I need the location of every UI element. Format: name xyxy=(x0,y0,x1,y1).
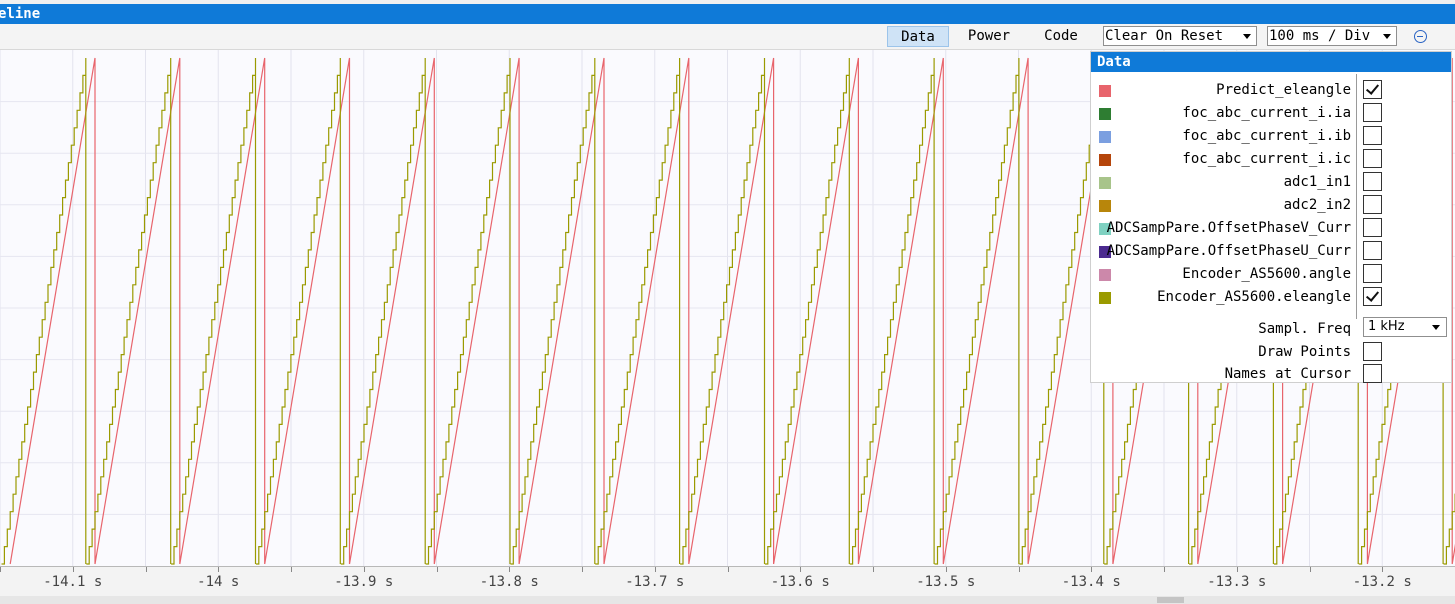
signal-name: foc_abc_current_i.ib xyxy=(1182,128,1351,144)
signal-color-swatch xyxy=(1099,269,1111,281)
toolbar: Data Power Code Clear On Reset 100 ms / … xyxy=(0,24,1455,50)
signal-color-swatch xyxy=(1099,292,1111,304)
signal-row: foc_abc_current_i.ia xyxy=(1091,101,1451,124)
reset-mode-value: Clear On Reset xyxy=(1105,28,1224,44)
window-title-bar: eline xyxy=(0,4,1455,24)
reset-mode-select[interactable]: Clear On Reset xyxy=(1103,26,1257,46)
signal-checkbox[interactable] xyxy=(1363,195,1382,214)
signal-color-swatch xyxy=(1099,131,1111,143)
tab-data[interactable]: Data xyxy=(887,26,949,47)
scrollbar-thumb[interactable] xyxy=(1157,597,1184,603)
signal-row: ADCSampPare.OffsetPhaseV_Curr xyxy=(1091,216,1451,239)
signal-color-swatch xyxy=(1099,200,1111,212)
time-div-select[interactable]: 100 ms / Div xyxy=(1267,26,1397,46)
names-at-cursor-checkbox[interactable] xyxy=(1363,364,1382,383)
axis-tick-mark xyxy=(1382,567,1384,572)
axis-tick-mark xyxy=(1309,567,1311,572)
signal-checkbox[interactable] xyxy=(1363,218,1382,237)
minus-circle-icon[interactable] xyxy=(1414,30,1427,43)
axis-tick-mark xyxy=(0,567,1,572)
draw-points-row: Draw Points xyxy=(1091,340,1451,363)
axis-tick-mark xyxy=(363,567,365,572)
axis-tick-label: -13.5 s xyxy=(916,574,976,590)
signal-checkbox[interactable] xyxy=(1363,287,1382,306)
axis-tick-mark xyxy=(72,567,74,572)
axis-tick-mark xyxy=(1164,567,1165,572)
signal-color-swatch xyxy=(1099,177,1111,189)
signal-name: Predict_eleangle xyxy=(1216,82,1351,98)
signal-row: foc_abc_current_i.ic xyxy=(1091,147,1451,170)
signal-row: ADCSampPare.OffsetPhaseU_Curr xyxy=(1091,239,1451,262)
axis-tick-label: -13.9 s xyxy=(334,574,394,590)
axis-tick-mark xyxy=(945,567,947,572)
signal-row: foc_abc_current_i.ib xyxy=(1091,124,1451,147)
axis-tick-mark xyxy=(145,567,147,572)
signal-checkbox[interactable] xyxy=(1363,126,1382,145)
signal-color-swatch xyxy=(1099,154,1111,166)
signal-color-swatch xyxy=(1099,108,1111,120)
time-axis: -14.1 s -14 s -13.9 s -13.8 s -13.7 s -13.6 s… xyxy=(0,566,1455,597)
draw-points-checkbox[interactable] xyxy=(1363,342,1382,361)
signal-name: adc2_in2 xyxy=(1283,197,1351,213)
axis-tick-mark xyxy=(873,567,874,572)
axis-tick-mark xyxy=(1018,567,1020,572)
signal-row: Predict_eleangle xyxy=(1091,78,1451,101)
signal-row: Encoder_AS5600.angle xyxy=(1091,262,1451,285)
tab-code[interactable]: Code xyxy=(1031,26,1091,47)
axis-tick-label: -14 s xyxy=(197,574,240,590)
axis-tick-mark xyxy=(218,567,220,572)
names-at-cursor-label: Names at Cursor xyxy=(1224,366,1351,382)
data-panel-title: Data xyxy=(1091,52,1451,72)
signal-row: Encoder_AS5600.eleangle xyxy=(1091,285,1451,308)
axis-tick-label: -13.8 s xyxy=(479,574,539,590)
axis-tick-mark xyxy=(509,567,511,572)
axis-tick-label: -13.7 s xyxy=(625,574,685,590)
signal-checkbox[interactable] xyxy=(1363,103,1382,122)
axis-tick-mark xyxy=(291,567,292,572)
signal-checkbox[interactable] xyxy=(1363,149,1382,168)
sampl-freq-select[interactable]: 1 kHz xyxy=(1363,317,1447,337)
time-div-value: 100 ms / Div xyxy=(1269,28,1371,44)
signal-checkbox[interactable] xyxy=(1363,264,1382,283)
axis-tick-mark xyxy=(1091,567,1093,572)
sampl-freq-value: 1 kHz xyxy=(1368,319,1405,334)
chevron-down-icon xyxy=(1432,325,1440,330)
signal-row: adc1_in1 xyxy=(1091,170,1451,193)
tab-power[interactable]: Power xyxy=(959,26,1019,47)
horizontal-scrollbar[interactable] xyxy=(0,596,1455,604)
signal-checkbox[interactable] xyxy=(1363,241,1382,260)
signal-name: Encoder_AS5600.angle xyxy=(1182,266,1351,282)
axis-tick-mark xyxy=(654,567,656,572)
axis-tick-label: -13.3 s xyxy=(1207,574,1267,590)
signal-name: foc_abc_current_i.ic xyxy=(1182,151,1351,167)
axis-tick-label: -13.4 s xyxy=(1061,574,1121,590)
axis-tick-mark xyxy=(436,567,438,572)
signal-color-swatch xyxy=(1099,85,1111,97)
axis-tick-label: -14.1 s xyxy=(43,574,103,590)
sampl-freq-label: Sampl. Freq xyxy=(1258,321,1351,337)
axis-tick-label: -13.2 s xyxy=(1352,574,1412,590)
signal-name: foc_abc_current_i.ia xyxy=(1182,105,1351,121)
names-at-cursor-row: Names at Cursor xyxy=(1091,362,1451,385)
axis-tick-label: -13.6 s xyxy=(770,574,830,590)
signal-checkbox[interactable] xyxy=(1363,172,1382,191)
window-title: eline xyxy=(0,6,41,22)
draw-points-label: Draw Points xyxy=(1258,344,1351,360)
signal-checkbox[interactable] xyxy=(1363,80,1382,99)
data-panel: Data Sampl. Freq 1 kHz Draw Points Names… xyxy=(1090,51,1452,383)
axis-tick-mark xyxy=(1236,567,1238,572)
signal-name: Encoder_AS5600.eleangle xyxy=(1157,289,1351,305)
signal-row: adc2_in2 xyxy=(1091,193,1451,216)
chevron-down-icon xyxy=(1383,34,1391,39)
chevron-down-icon xyxy=(1243,34,1251,39)
axis-tick-mark xyxy=(800,567,802,572)
axis-tick-mark xyxy=(727,567,729,572)
signal-name: ADCSampPare.OffsetPhaseV_Curr xyxy=(1106,220,1351,236)
signal-name: adc1_in1 xyxy=(1283,174,1351,190)
signal-name: ADCSampPare.OffsetPhaseU_Curr xyxy=(1106,243,1351,259)
axis-tick-mark xyxy=(582,567,583,572)
